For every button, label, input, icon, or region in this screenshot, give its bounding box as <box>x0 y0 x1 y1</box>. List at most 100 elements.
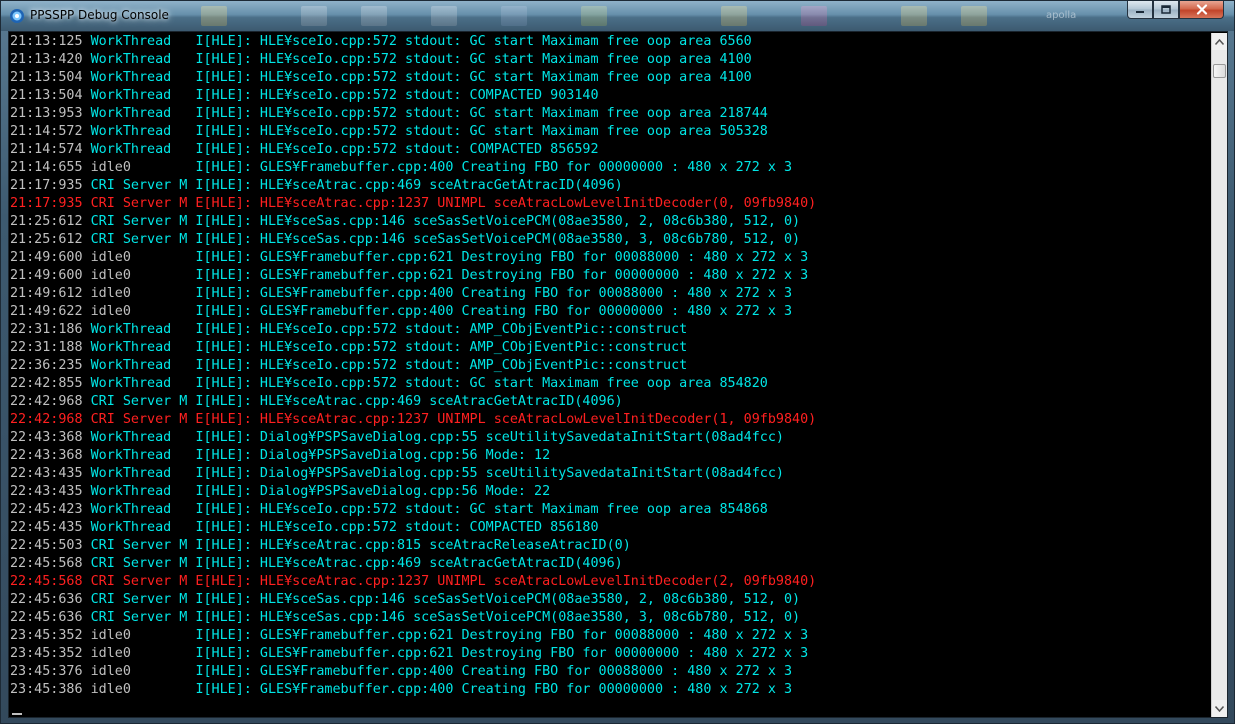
log-level: E[HLE]: <box>187 574 252 589</box>
log-level: I[HLE]: <box>195 34 252 49</box>
vertical-scrollbar[interactable] <box>1211 33 1227 717</box>
log-timestamp: 22:45:636 <box>10 592 83 607</box>
background-folder-icon <box>961 6 987 26</box>
log-thread: WorkThread <box>90 322 188 337</box>
log-line: 21:49:612 idle0 I[HLE]: GLES¥Framebuffer… <box>10 285 1210 303</box>
maximize-button[interactable] <box>1153 1 1179 19</box>
log-level: I[HLE]: <box>187 556 252 571</box>
log-message: GLES¥Framebuffer.cpp:400 Creating FBO fo… <box>251 664 793 679</box>
log-timestamp: 23:45:386 <box>10 682 83 697</box>
log-line: 23:45:352 idle0 I[HLE]: GLES¥Framebuffer… <box>10 627 1210 645</box>
log-line: 21:14:655 idle0 I[HLE]: GLES¥Framebuffer… <box>10 159 1210 177</box>
log-thread: CRI Server M <box>90 214 188 229</box>
log-line: 22:42:968 CRI Server M E[HLE]: HLE¥sceAt… <box>10 411 1210 429</box>
log-thread: idle0 <box>90 304 188 319</box>
log-thread: CRI Server M <box>90 178 188 193</box>
log-line: 21:13:953 WorkThread I[HLE]: HLE¥sceIo.c… <box>10 105 1210 123</box>
log-level: I[HLE]: <box>195 646 252 661</box>
log-level: I[HLE]: <box>187 214 252 229</box>
log-message: Dialog¥PSPSaveDialog.cpp:55 sceUtilitySa… <box>251 466 784 481</box>
log-thread: CRI Server M <box>90 574 188 589</box>
log-thread: WorkThread <box>90 142 188 157</box>
log-message: HLE¥sceSas.cpp:146 sceSasSetVoicePCM(08a… <box>251 592 801 607</box>
scroll-thumb[interactable] <box>1213 64 1226 78</box>
log-timestamp: 21:49:600 <box>10 250 83 265</box>
log-message: HLE¥sceIo.cpp:572 stdout: GC start Maxim… <box>251 106 768 121</box>
log-timestamp: 22:45:568 <box>10 574 83 589</box>
log-level: I[HLE]: <box>187 538 252 553</box>
log-line: 22:43:435 WorkThread I[HLE]: Dialog¥PSPS… <box>10 483 1210 501</box>
log-timestamp: 21:13:420 <box>10 52 83 67</box>
log-level: I[HLE]: <box>187 592 252 607</box>
log-thread: idle0 <box>90 286 188 301</box>
window-title: PPSSPP Debug Console <box>30 8 169 22</box>
background-file-icon <box>361 6 387 26</box>
log-message: HLE¥sceAtrac.cpp:469 sceAtracGetAtracID(… <box>251 178 623 193</box>
background-folder-icon <box>901 6 927 26</box>
log-line: 21:14:574 WorkThread I[HLE]: HLE¥sceIo.c… <box>10 141 1210 159</box>
log-level: I[HLE]: <box>195 340 252 355</box>
log-level: I[HLE]: <box>195 502 252 517</box>
log-timestamp: 22:45:503 <box>10 538 83 553</box>
log-level: I[HLE]: <box>195 358 252 373</box>
minimize-icon <box>1136 10 1144 13</box>
log-line: 21:13:504 WorkThread I[HLE]: HLE¥sceIo.c… <box>10 87 1210 105</box>
log-line: 22:31:186 WorkThread I[HLE]: HLE¥sceIo.c… <box>10 321 1210 339</box>
title-bar[interactable]: PPSSPP Debug Console apolla <box>1 1 1234 31</box>
log-thread: WorkThread <box>90 520 188 535</box>
log-line: 21:13:504 WorkThread I[HLE]: HLE¥sceIo.c… <box>10 69 1210 87</box>
log-line: 21:17:935 CRI Server M E[HLE]: HLE¥sceAt… <box>10 195 1210 213</box>
log-thread: WorkThread <box>90 466 188 481</box>
log-thread: CRI Server M <box>90 196 188 211</box>
log-timestamp: 21:17:935 <box>10 196 83 211</box>
log-level: I[HLE]: <box>195 430 252 445</box>
log-thread: CRI Server M <box>90 394 188 409</box>
log-message: HLE¥sceAtrac.cpp:469 sceAtracGetAtracID(… <box>251 394 623 409</box>
log-thread: idle0 <box>90 160 188 175</box>
log-timestamp: 21:13:504 <box>10 88 83 103</box>
log-level: I[HLE]: <box>195 70 252 85</box>
log-timestamp: 21:25:612 <box>10 214 83 229</box>
log-timestamp: 22:43:435 <box>10 484 83 499</box>
log-message: HLE¥sceAtrac.cpp:1237 UNIMPL sceAtracLow… <box>251 574 817 589</box>
log-timestamp: 22:45:435 <box>10 520 83 535</box>
log-thread: CRI Server M <box>90 232 188 247</box>
log-line: 22:45:568 CRI Server M E[HLE]: HLE¥sceAt… <box>10 573 1210 591</box>
log-line: 22:43:368 WorkThread I[HLE]: Dialog¥PSPS… <box>10 429 1210 447</box>
log-line: 22:45:636 CRI Server M I[HLE]: HLE¥sceSa… <box>10 609 1210 627</box>
log-line: 22:43:435 WorkThread I[HLE]: Dialog¥PSPS… <box>10 465 1210 483</box>
minimize-button[interactable] <box>1127 1 1153 19</box>
log-message: GLES¥Framebuffer.cpp:621 Destroying FBO … <box>251 628 809 643</box>
log-line: 21:25:612 CRI Server M I[HLE]: HLE¥sceSa… <box>10 231 1210 249</box>
log-line: 23:45:376 idle0 I[HLE]: GLES¥Framebuffer… <box>10 663 1210 681</box>
scroll-down-button[interactable] <box>1212 700 1227 717</box>
log-line: 22:45:568 CRI Server M I[HLE]: HLE¥sceAt… <box>10 555 1210 573</box>
close-button[interactable] <box>1179 1 1224 19</box>
close-icon <box>1196 4 1207 15</box>
log-thread: idle0 <box>90 628 188 643</box>
log-thread: WorkThread <box>90 70 188 85</box>
background-file-icon <box>301 6 327 26</box>
log-line: 21:14:572 WorkThread I[HLE]: HLE¥sceIo.c… <box>10 123 1210 141</box>
log-line: 23:45:386 idle0 I[HLE]: GLES¥Framebuffer… <box>10 681 1210 699</box>
log-message: HLE¥sceAtrac.cpp:1237 UNIMPL sceAtracLow… <box>251 196 817 211</box>
console-client-area[interactable]: 21:13:125 WorkThread I[HLE]: HLE¥sceIo.c… <box>8 31 1228 718</box>
log-timestamp: 22:42:968 <box>10 394 83 409</box>
log-timestamp: 21:25:612 <box>10 232 83 247</box>
background-chart-icon <box>501 6 527 26</box>
log-level: I[HLE]: <box>195 520 252 535</box>
log-line: 22:31:188 WorkThread I[HLE]: HLE¥sceIo.c… <box>10 339 1210 357</box>
log-thread: WorkThread <box>90 88 188 103</box>
log-level: I[HLE]: <box>195 322 252 337</box>
log-timestamp: 21:13:504 <box>10 70 83 85</box>
log-level: I[HLE]: <box>195 268 252 283</box>
background-image-icon <box>801 6 827 26</box>
log-message: HLE¥sceIo.cpp:572 stdout: GC start Maxim… <box>251 34 752 49</box>
log-line: 21:49:600 idle0 I[HLE]: GLES¥Framebuffer… <box>10 249 1210 267</box>
scroll-up-button[interactable] <box>1212 33 1227 50</box>
log-line: 22:36:235 WorkThread I[HLE]: HLE¥sceIo.c… <box>10 357 1210 375</box>
log-level: I[HLE]: <box>195 250 252 265</box>
log-thread: WorkThread <box>90 124 188 139</box>
log-output[interactable]: 21:13:125 WorkThread I[HLE]: HLE¥sceIo.c… <box>10 33 1210 717</box>
log-line: 21:49:622 idle0 I[HLE]: GLES¥Framebuffer… <box>10 303 1210 321</box>
